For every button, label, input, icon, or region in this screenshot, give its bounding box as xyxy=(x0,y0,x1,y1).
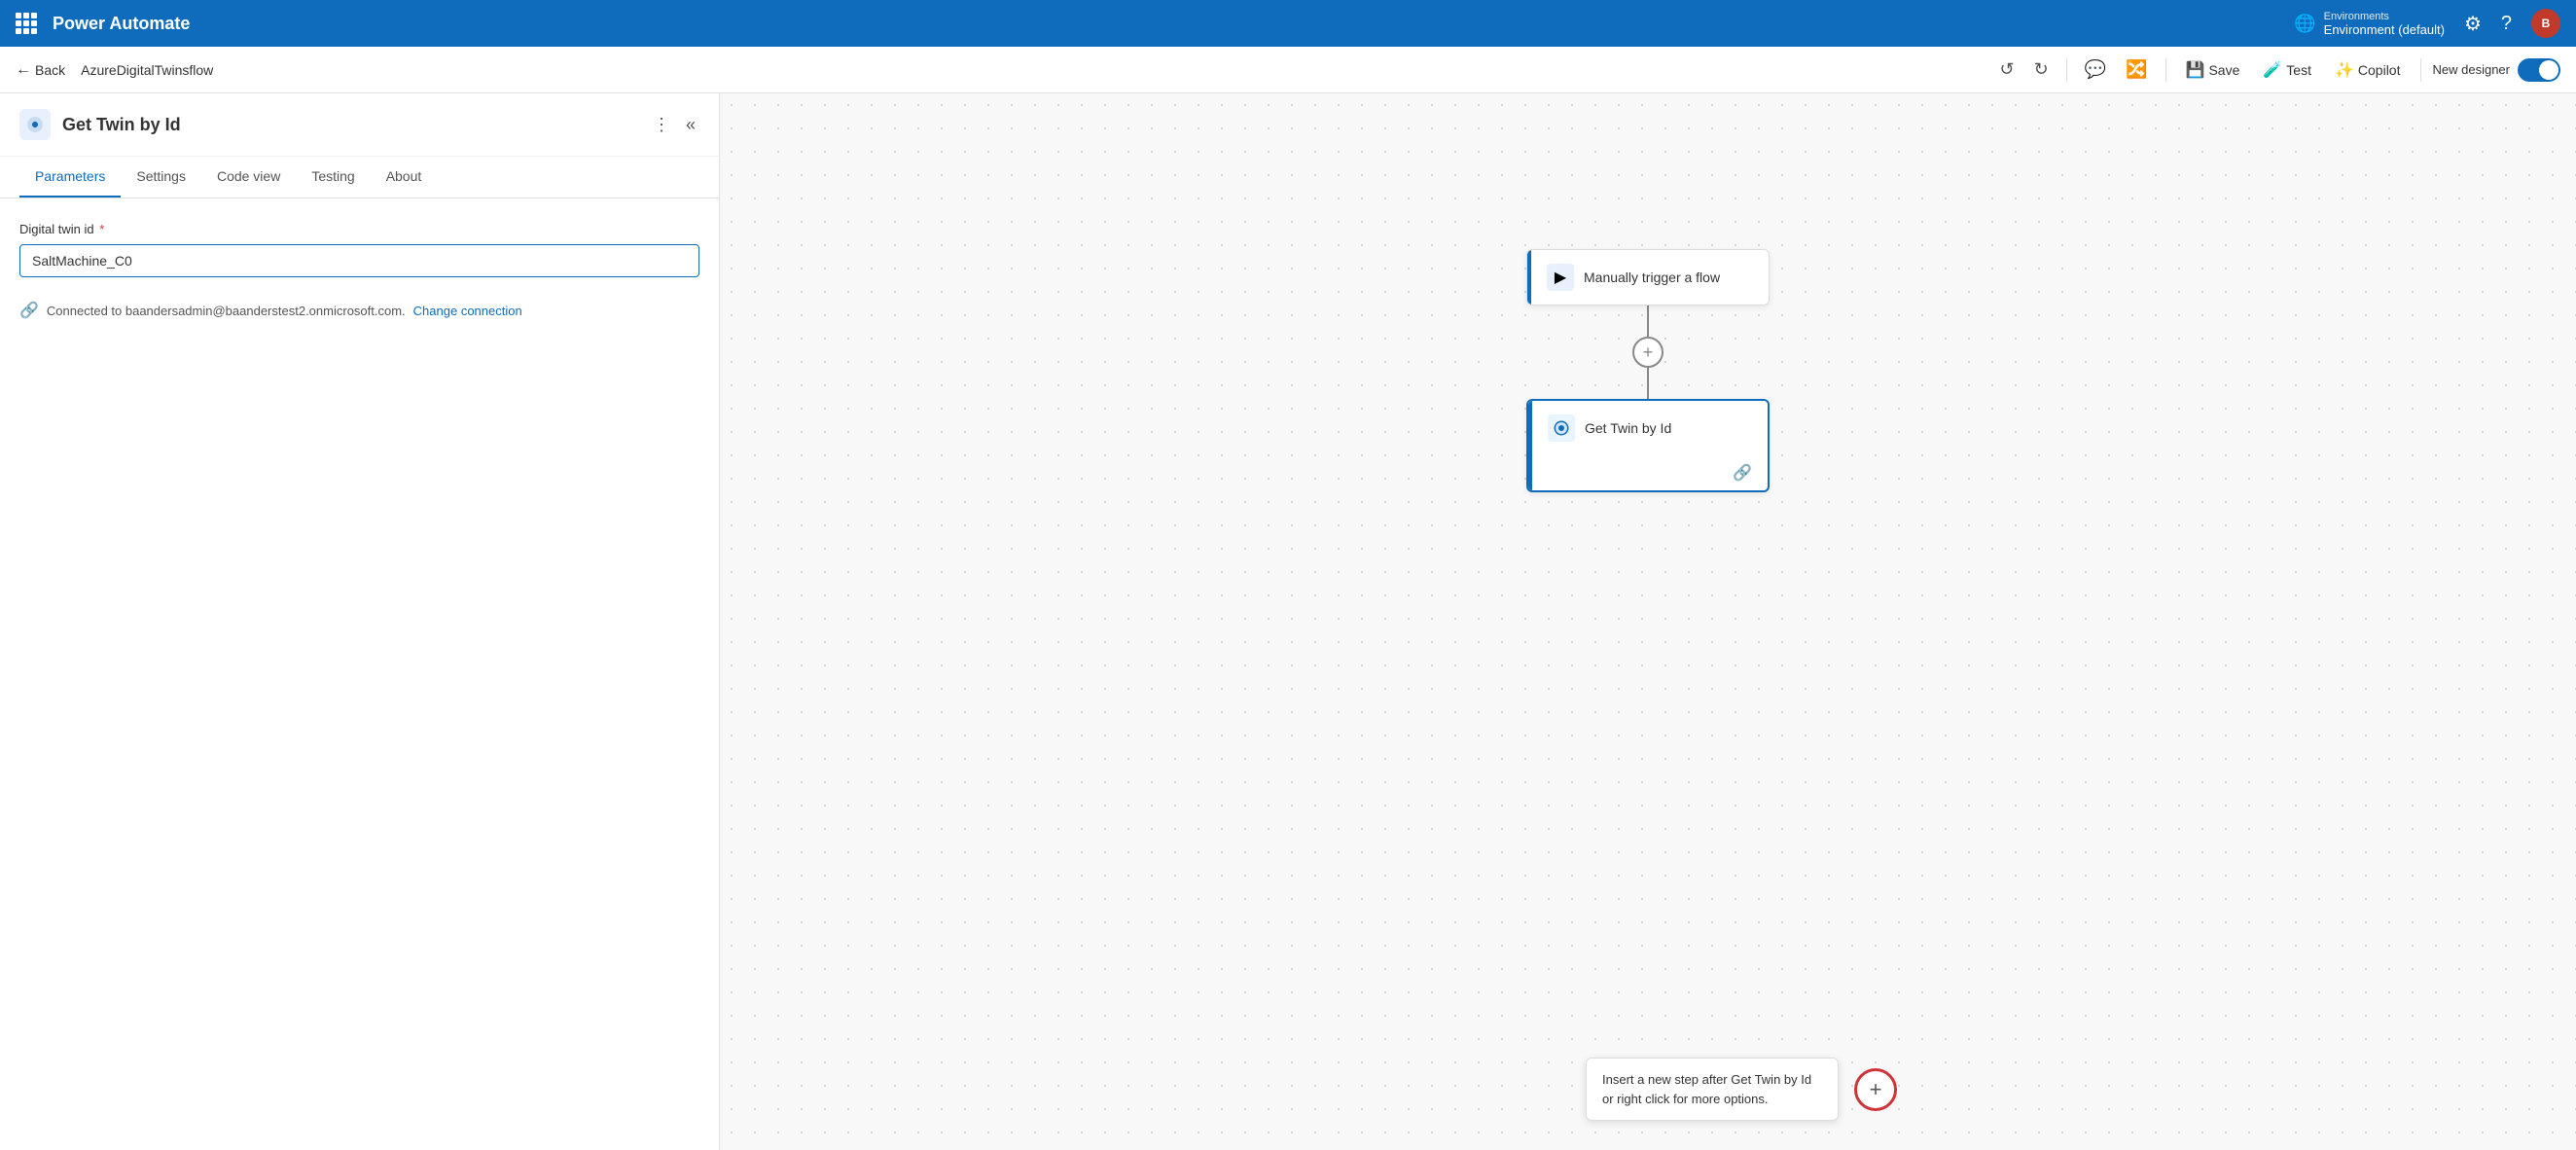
panel-header-actions: ⋮ « xyxy=(649,111,699,139)
get-twin-node-footer: 🔗 xyxy=(1528,455,1768,490)
toggle-switch[interactable] xyxy=(2518,58,2560,82)
tab-settings[interactable]: Settings xyxy=(121,157,201,198)
apps-grid-icon[interactable] xyxy=(16,13,37,34)
trigger-node-wrapper: ▶ Manually trigger a flow xyxy=(1526,249,1770,305)
trigger-node[interactable]: ▶ Manually trigger a flow xyxy=(1526,249,1770,305)
redo-button[interactable]: ↻ xyxy=(2028,55,2055,84)
flow-name[interactable]: AzureDigitalTwinsflow xyxy=(81,62,213,78)
connection-text: Connected to baandersadmin@baanderstest2… xyxy=(47,304,406,318)
panel-content: Digital twin id * 🔗 Connected to baander… xyxy=(0,198,719,343)
trigger-node-icon: ▶ xyxy=(1547,264,1574,291)
left-panel: Get Twin by Id ⋮ « Parameters Settings C… xyxy=(0,93,720,1150)
connector-line-2 xyxy=(1647,368,1649,399)
tab-parameters[interactable]: Parameters xyxy=(19,157,121,198)
new-designer-toggle[interactable]: New designer xyxy=(2433,58,2561,82)
back-button[interactable]: ← Back xyxy=(16,61,65,79)
save-icon: 💾 xyxy=(2186,60,2205,80)
panel-header: Get Twin by Id ⋮ « xyxy=(0,93,719,157)
node-accent xyxy=(1527,250,1531,305)
panel-title: Get Twin by Id xyxy=(62,115,637,135)
tab-about[interactable]: About xyxy=(371,157,438,198)
toolbar: ← Back AzureDigitalTwinsflow ↺ ↻ 💬 🔀 💾 S… xyxy=(0,47,2576,93)
separator-3 xyxy=(2420,58,2421,82)
get-twin-node-icon xyxy=(1548,414,1575,442)
undo-button[interactable]: ↺ xyxy=(1994,55,2021,84)
version-button[interactable]: 🔀 xyxy=(2120,55,2153,84)
copilot-icon: ✨ xyxy=(2335,60,2354,80)
globe-icon: 🌐 xyxy=(2294,14,2315,34)
trigger-node-header: ▶ Manually trigger a flow xyxy=(1527,250,1769,305)
test-label: Test xyxy=(2286,62,2311,78)
connection-icon: 🔗 xyxy=(19,301,39,320)
separator-1 xyxy=(2066,58,2067,82)
tabs: Parameters Settings Code view Testing Ab… xyxy=(0,157,719,198)
main-layout: Get Twin by Id ⋮ « Parameters Settings C… xyxy=(0,93,2576,1150)
add-step-button[interactable]: + xyxy=(1854,1068,1897,1111)
change-connection-link[interactable]: Change connection xyxy=(413,304,522,318)
add-between-button[interactable]: + xyxy=(1632,337,1664,368)
test-icon: 🧪 xyxy=(2263,60,2282,80)
comment-button[interactable]: 💬 xyxy=(2079,55,2112,84)
env-label: Environments xyxy=(2324,11,2445,22)
field-label: Digital twin id * xyxy=(19,222,699,236)
environment-selector[interactable]: 🌐 Environments Environment (default) xyxy=(2294,11,2445,37)
separator-2 xyxy=(2165,58,2166,82)
top-nav: Power Automate 🌐 Environments Environmen… xyxy=(0,0,2576,47)
avatar[interactable]: B xyxy=(2531,9,2560,38)
get-twin-node-title: Get Twin by Id xyxy=(1585,420,1671,436)
panel-node-icon xyxy=(19,109,51,140)
save-label: Save xyxy=(2208,62,2239,78)
trigger-node-title: Manually trigger a flow xyxy=(1584,270,1720,285)
toggle-knob xyxy=(2539,60,2558,80)
tooltip-container: Insert a new step after Get Twin by Id o… xyxy=(1586,1058,1897,1121)
canvas: ▶ Manually trigger a flow + xyxy=(720,93,2576,1150)
back-label: Back xyxy=(35,62,65,78)
connection-row: 🔗 Connected to baandersadmin@baanderstes… xyxy=(19,301,699,320)
link-icon: 🔗 xyxy=(1733,463,1752,483)
test-button[interactable]: 🧪 Test xyxy=(2255,56,2319,84)
node-accent-selected xyxy=(1528,401,1532,490)
save-button[interactable]: 💾 Save xyxy=(2178,56,2248,84)
connector-line-1 xyxy=(1647,305,1649,337)
get-twin-node-header: Get Twin by Id xyxy=(1528,401,1768,455)
collapse-panel-button[interactable]: « xyxy=(682,111,699,139)
new-designer-label: New designer xyxy=(2433,62,2511,77)
env-name: Environment (default) xyxy=(2324,22,2445,37)
app-logo: Power Automate xyxy=(53,14,190,34)
tab-testing[interactable]: Testing xyxy=(296,157,370,198)
add-step-icon: + xyxy=(1870,1077,1882,1102)
settings-icon[interactable]: ⚙ xyxy=(2464,12,2482,36)
required-marker: * xyxy=(99,222,104,236)
digital-twin-id-input[interactable] xyxy=(19,244,699,277)
help-icon[interactable]: ? xyxy=(2501,13,2512,35)
back-arrow-icon: ← xyxy=(16,61,31,79)
tooltip-box: Insert a new step after Get Twin by Id o… xyxy=(1586,1058,1839,1121)
copilot-button[interactable]: ✨ Copilot xyxy=(2327,56,2409,84)
get-twin-node-wrapper: Get Twin by Id 🔗 xyxy=(1526,399,1770,492)
copilot-label: Copilot xyxy=(2358,62,2401,78)
get-twin-node[interactable]: Get Twin by Id 🔗 xyxy=(1526,399,1770,492)
tab-code-view[interactable]: Code view xyxy=(201,157,296,198)
more-options-button[interactable]: ⋮ xyxy=(649,111,674,139)
flow-container: ▶ Manually trigger a flow + xyxy=(1526,249,1770,492)
